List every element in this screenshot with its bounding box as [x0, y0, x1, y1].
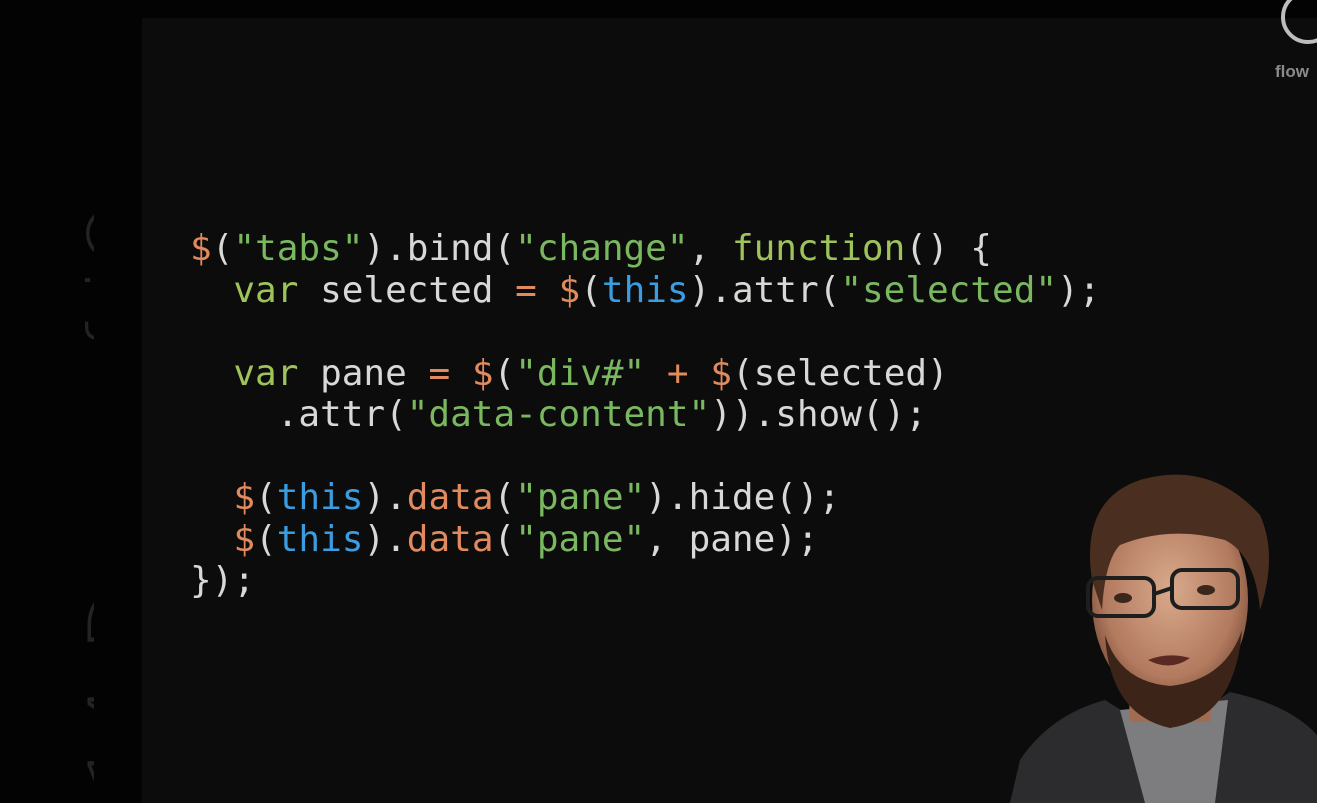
code-line: }); [190, 560, 1100, 602]
code-token: $ [471, 352, 494, 394]
code-token: ( [493, 352, 516, 394]
code-token: "change" [515, 228, 689, 269]
code-token: this [276, 518, 364, 560]
code-token: )).show(); [710, 394, 927, 435]
code-token: ( [255, 518, 277, 560]
code-token: this [601, 269, 689, 311]
code-token: data [406, 477, 494, 518]
code-token: ).attr( [688, 269, 841, 311]
code-token: = [428, 352, 451, 394]
code-token: ( [493, 477, 516, 518]
code-token: ).bind( [363, 228, 516, 269]
code-line: var pane = $("div#" + $(selected) [190, 353, 1100, 395]
ring-icon [1281, 0, 1317, 44]
code-token: () { [905, 228, 992, 269]
code-token: $ [233, 477, 256, 518]
code-line: var selected = $(this).attr("selected"); [190, 270, 1100, 312]
code-token: ).hide(); [645, 477, 841, 518]
code-line: $("tabs").bind("change", function() { [190, 228, 1100, 270]
presenter-figure [1010, 474, 1317, 803]
code-token: $ [558, 269, 581, 311]
logo-text: flow [1275, 62, 1309, 81]
code-token: pane [298, 352, 429, 394]
code-token: "div#" [515, 352, 646, 394]
code-token: data [406, 518, 494, 560]
code-token: = [515, 269, 537, 311]
code-token: , pane); [645, 518, 819, 560]
code-token: .attr( [190, 394, 407, 435]
code-token: , [688, 228, 732, 269]
code-token: }); [190, 560, 256, 601]
code-token: $ [233, 518, 256, 560]
code-line: $(this).data("pane").hide(); [190, 477, 1100, 519]
code-token: ( [493, 518, 516, 560]
code-snippet: $("tabs").bind("change", function() { va… [190, 228, 1100, 602]
code-line: $(this).data("pane", pane); [190, 519, 1100, 561]
code-token: ( [211, 228, 234, 269]
code-token: ); [1057, 269, 1101, 311]
code-token: var [233, 269, 299, 311]
channel-logo: flow [1275, 0, 1317, 90]
code-token: selected [298, 269, 516, 311]
code-token: "data-content" [406, 394, 711, 435]
code-line: .attr("data-content")).show(); [190, 394, 1100, 436]
code-token: "tabs" [233, 228, 364, 269]
code-token: (selected) [731, 352, 949, 394]
code-token: ( [580, 269, 602, 311]
side-title-text: 14 Days of jQuery [71, 0, 94, 792]
code-token: "pane" [515, 518, 646, 560]
code-token: var [233, 352, 299, 394]
code-token: $ [710, 352, 732, 394]
code-token: function [731, 228, 906, 269]
code-token: this [276, 477, 364, 518]
code-token: ( [255, 477, 277, 518]
code-token: $ [190, 228, 212, 269]
code-token: ). [363, 518, 407, 560]
code-token: "pane" [515, 477, 646, 518]
presenter-video [1010, 460, 1317, 803]
code-token: "selected" [840, 269, 1058, 311]
code-token: ). [363, 477, 407, 518]
side-title-watermark: 14 Days of jQuery [0, 0, 94, 803]
code-token: + [666, 352, 689, 394]
